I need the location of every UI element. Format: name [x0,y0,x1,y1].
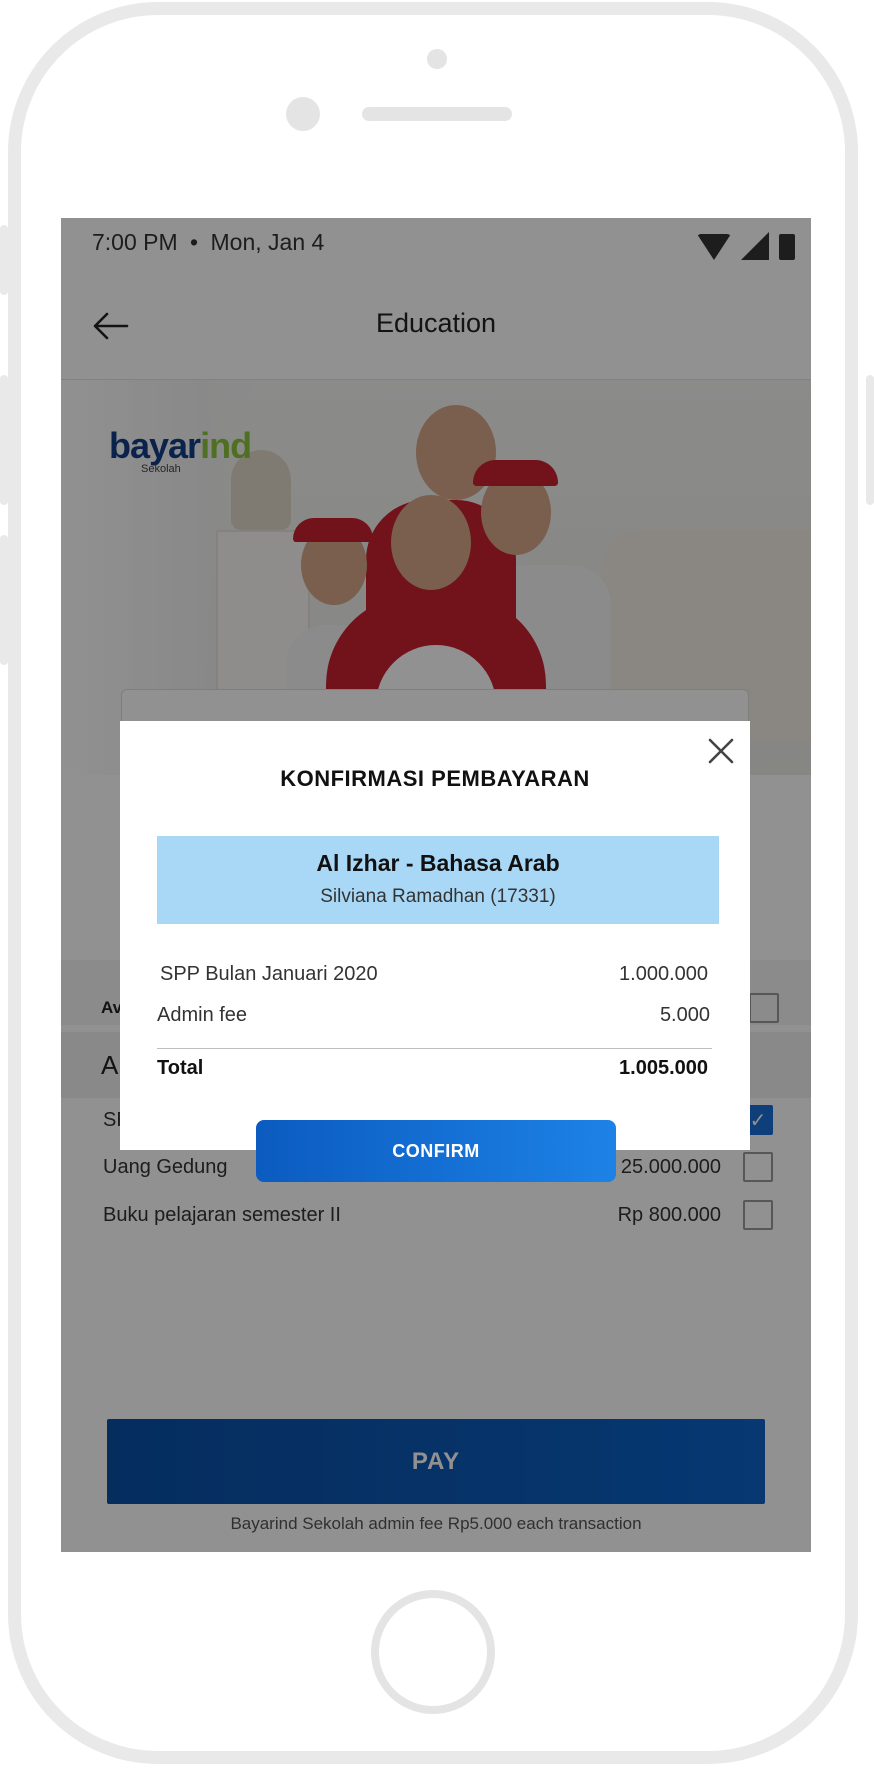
phone-front-camera [286,97,320,131]
phone-side-button [866,375,874,505]
total-label: Total [157,1057,204,1079]
total-row: Total 1.005.000 [157,1057,710,1087]
line-item-value: 5.000 [659,1004,710,1026]
phone-home-button [371,1590,495,1714]
close-icon[interactable] [706,736,736,766]
payment-line-item: Admin fee 5.000 [157,1004,710,1034]
school-name: Al Izhar - Bahasa Arab [316,850,560,876]
confirm-button[interactable]: CONFIRM [256,1120,616,1182]
line-item-value: 1.000.000 [619,963,708,985]
phone-speaker [362,107,512,121]
payment-confirmation-modal: KONFIRMASI PEMBAYARAN Al Izhar - Bahasa … [120,721,750,1150]
phone-side-button [0,375,8,505]
modal-title: KONFIRMASI PEMBAYARAN [280,766,590,791]
student-name: Silviana Ramadhan (17331) [320,886,556,907]
payment-line-item: SPP Bulan Januari 2020 1.000.000 [157,963,710,993]
phone-side-button [0,225,8,295]
phone-camera-dot [427,49,447,69]
total-value: 1.005.000 [619,1057,708,1079]
school-info-box: Al Izhar - Bahasa Arab Silviana Ramadhan… [157,836,719,924]
line-item-label: SPP Bulan Januari 2020 [160,963,378,985]
line-item-label: Admin fee [157,1004,248,1026]
phone-side-button [0,535,8,665]
total-divider [157,1048,712,1049]
